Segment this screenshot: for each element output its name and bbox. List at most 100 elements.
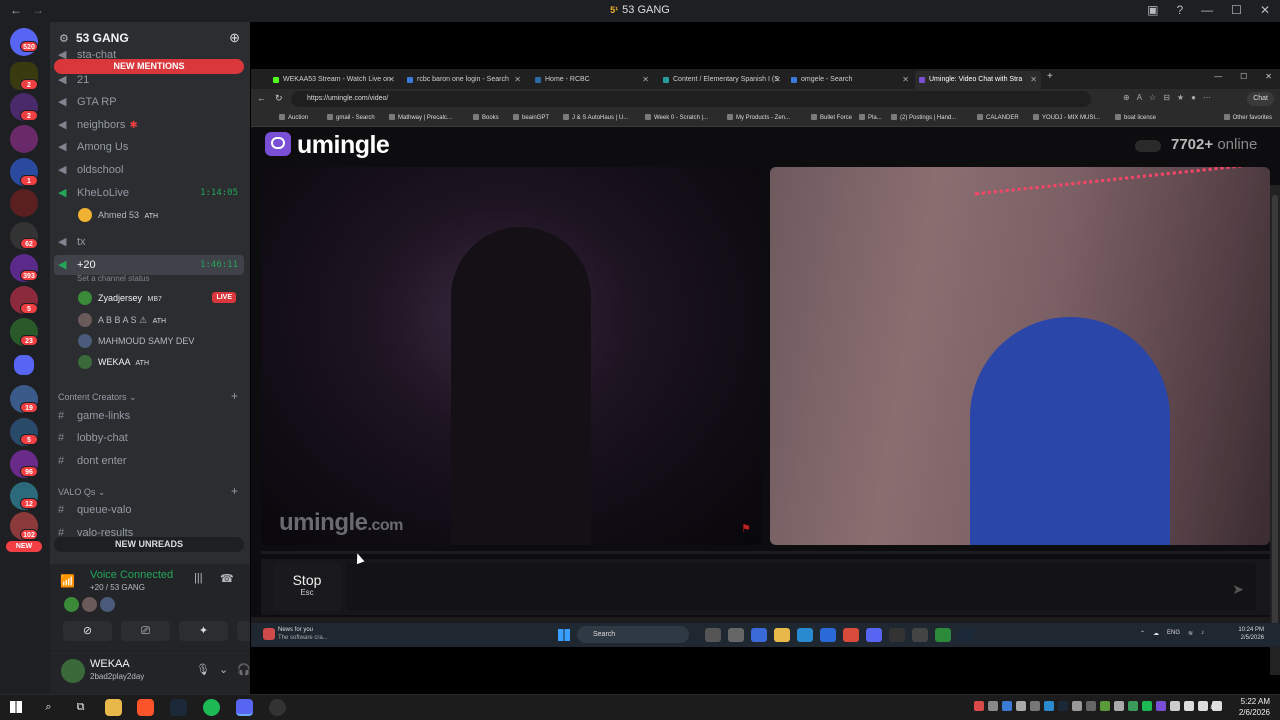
- channel-gta-rp[interactable]: ◀ GTA RP: [54, 92, 244, 112]
- other-favorites[interactable]: Other favorites: [1224, 109, 1272, 127]
- bookmark[interactable]: YOUDJ - MIX MUSI...: [1033, 109, 1100, 127]
- new-tab-icon[interactable]: +: [1047, 71, 1053, 82]
- edge-icon[interactable]: [797, 628, 813, 642]
- zoom-icon[interactable]: ⊕: [1123, 93, 1130, 102]
- screen-share-button[interactable]: ⎚: [121, 621, 170, 641]
- bookmark[interactable]: (2) Postings | Hand...: [891, 109, 956, 127]
- new-servers-badge[interactable]: NEW: [6, 541, 42, 552]
- chat-input[interactable]: ➤: [346, 563, 1256, 611]
- channel-game-links[interactable]: # game-links: [54, 406, 244, 426]
- search-icon[interactable]: ⌕: [40, 699, 57, 716]
- camera-off-button[interactable]: ⊘: [63, 621, 112, 641]
- microphone-icon[interactable]: 🎙: [196, 663, 210, 676]
- server-icon[interactable]: [10, 189, 38, 217]
- wifi-icon[interactable]: ≋: [1188, 630, 1193, 637]
- bookmark[interactable]: CALANDER: [977, 109, 1019, 127]
- close-tab-icon[interactable]: ✕: [774, 71, 781, 89]
- discord-icon[interactable]: [236, 699, 253, 716]
- stream-viewer[interactable]: WEKAA53 Stream - Watch Live on ✕ rcbc bar…: [250, 22, 1280, 694]
- favorites-icon[interactable]: ★: [1177, 93, 1184, 102]
- scrollbar[interactable]: [1270, 185, 1280, 675]
- host-clock[interactable]: 5:22 AM 2/6/2026: [1239, 696, 1270, 718]
- close-icon[interactable]: ✕: [1265, 72, 1272, 81]
- inbox-icon[interactable]: ▣: [1147, 3, 1158, 17]
- bookmark[interactable]: J & S AutoHaus | U...: [563, 109, 628, 127]
- task-view-icon[interactable]: ⧉: [72, 699, 89, 716]
- chevron-up-icon[interactable]: ⌃: [1140, 630, 1145, 637]
- channel-21[interactable]: ◀ 21: [54, 70, 244, 90]
- bookmark[interactable]: Books: [473, 109, 499, 127]
- cloud-icon[interactable]: ☁: [1153, 630, 1159, 637]
- app-icon[interactable]: [751, 628, 767, 642]
- voice-member[interactable]: WEKAA ATH: [75, 353, 240, 371]
- bookmark[interactable]: beainGPT: [513, 109, 549, 127]
- app-icon[interactable]: [728, 628, 744, 642]
- maximize-icon[interactable]: ☐: [1240, 72, 1247, 81]
- bookmark[interactable]: Auction: [279, 109, 308, 127]
- copilot-chat-button[interactable]: Chat: [1247, 92, 1274, 106]
- language-icon[interactable]: ε: [1210, 702, 1214, 711]
- tray-icon[interactable]: [1128, 701, 1138, 711]
- close-tab-icon[interactable]: ✕: [642, 71, 649, 89]
- bookmark[interactable]: Week 0 - Scratch |...: [645, 109, 708, 127]
- tray-icon[interactable]: [988, 701, 998, 711]
- noise-suppression-icon[interactable]: |||: [194, 572, 203, 584]
- browser-tab[interactable]: Home - RCBC ✕: [531, 71, 653, 89]
- task-view-icon[interactable]: [705, 628, 721, 642]
- file-explorer-icon[interactable]: [105, 699, 122, 716]
- soundboard-button[interactable]: ♪: [237, 621, 250, 641]
- read-aloud-icon[interactable]: A: [1137, 93, 1142, 102]
- add-channel-icon[interactable]: +: [231, 389, 238, 403]
- voice-location[interactable]: +20 / 53 GANG: [90, 583, 145, 592]
- bookmark[interactable]: Bullet Force: [811, 109, 852, 127]
- bookmark[interactable]: boat licence: [1115, 109, 1156, 127]
- bookmark[interactable]: My Products - Zen...: [727, 109, 790, 127]
- back-icon[interactable]: ←: [257, 93, 266, 103]
- tray-icon[interactable]: [1016, 701, 1026, 711]
- channel-valo-results[interactable]: # valo-results: [54, 523, 244, 537]
- tray-icon[interactable]: [1030, 701, 1040, 711]
- tray-icon[interactable]: [1072, 701, 1082, 711]
- app-icon[interactable]: [269, 699, 286, 716]
- maximize-icon[interactable]: ☐: [1231, 3, 1242, 17]
- user-avatar[interactable]: [61, 659, 85, 683]
- bookmark[interactable]: Mathway | Precalc...: [389, 109, 452, 127]
- close-icon[interactable]: ✕: [1260, 3, 1270, 17]
- app-icon[interactable]: [889, 628, 905, 642]
- send-icon[interactable]: ➤: [1232, 581, 1244, 598]
- tray-icon[interactable]: [1170, 701, 1180, 711]
- voice-member[interactable]: A B B A S ⚠ ATH: [75, 311, 240, 329]
- minimize-icon[interactable]: —: [1214, 72, 1222, 81]
- channel-among-us[interactable]: ◀ Among Us: [54, 137, 244, 157]
- xbox-icon[interactable]: [935, 628, 951, 642]
- disconnect-icon[interactable]: ☎: [220, 572, 234, 585]
- steam-icon[interactable]: [170, 699, 187, 716]
- channel-tx[interactable]: ◀ tx: [54, 232, 244, 252]
- server-icon[interactable]: [10, 125, 38, 153]
- channel-lobby-chat[interactable]: # lobby-chat: [54, 428, 244, 448]
- lang-indicator[interactable]: ENG: [1167, 630, 1180, 637]
- browser-tab[interactable]: Content / Elementary Spanish I (S ✕: [659, 71, 785, 89]
- channel-oldschool[interactable]: ◀ oldschool: [54, 160, 244, 180]
- taskbar-search[interactable]: Search: [577, 626, 689, 643]
- news-widget[interactable]: News for you The software cra...: [278, 626, 328, 642]
- add-member-icon[interactable]: ⊕: [229, 30, 240, 46]
- profile-icon[interactable]: ●: [1191, 93, 1196, 102]
- category-content-creators[interactable]: Content Creators ⌄: [58, 392, 137, 403]
- close-tab-icon[interactable]: ✕: [514, 71, 521, 89]
- channel-dont-enter[interactable]: # dont enter: [54, 451, 244, 471]
- bookmark[interactable]: gmail - Search: [327, 109, 375, 127]
- channel-queue-valo[interactable]: # queue-valo: [54, 500, 244, 520]
- steam-tray-icon[interactable]: [1058, 701, 1068, 711]
- discord-icon[interactable]: [866, 628, 882, 642]
- brave-icon[interactable]: [137, 699, 154, 716]
- volume-icon[interactable]: ♪: [1201, 630, 1204, 637]
- channel-plus20[interactable]: ◀ +20 1:46:11: [54, 255, 244, 275]
- taskbar-clock[interactable]: 10:24 PM 2/5/2026: [1238, 626, 1264, 642]
- tray-icon[interactable]: [974, 701, 984, 711]
- site-logo[interactable]: umingle: [297, 131, 390, 160]
- windows-start-icon[interactable]: [10, 701, 22, 713]
- tray-icon[interactable]: [1156, 701, 1166, 711]
- windows-logo-icon[interactable]: [558, 629, 570, 641]
- theme-toggle[interactable]: [1135, 140, 1161, 152]
